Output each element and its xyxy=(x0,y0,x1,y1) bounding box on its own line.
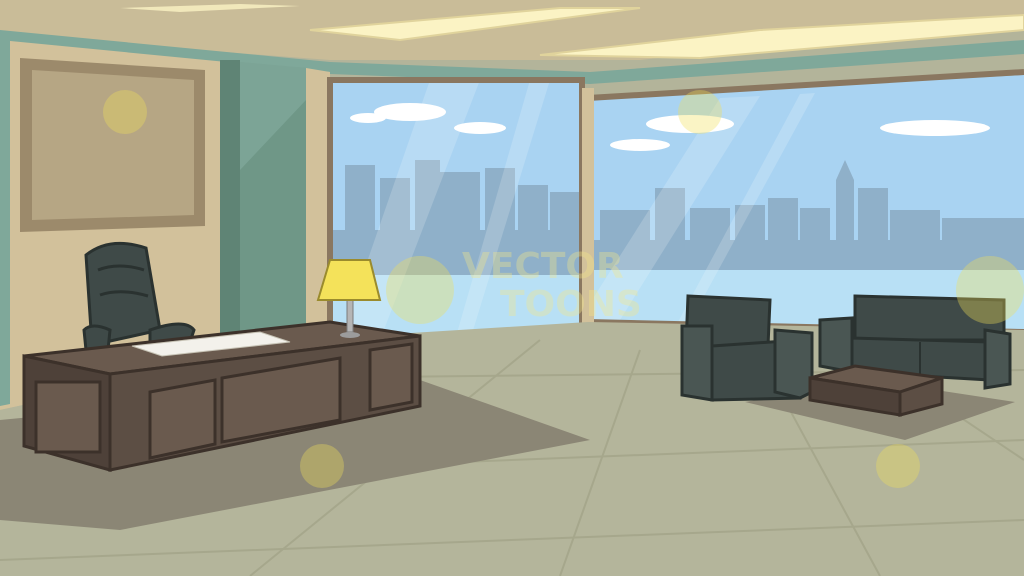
watermark-line2: TOONS xyxy=(500,284,642,325)
office-scene: VECTOR TOONS xyxy=(0,0,1024,576)
glass-pillar xyxy=(220,60,306,352)
watermark-line1: VECTOR xyxy=(462,246,624,287)
wall-frame xyxy=(20,58,205,232)
